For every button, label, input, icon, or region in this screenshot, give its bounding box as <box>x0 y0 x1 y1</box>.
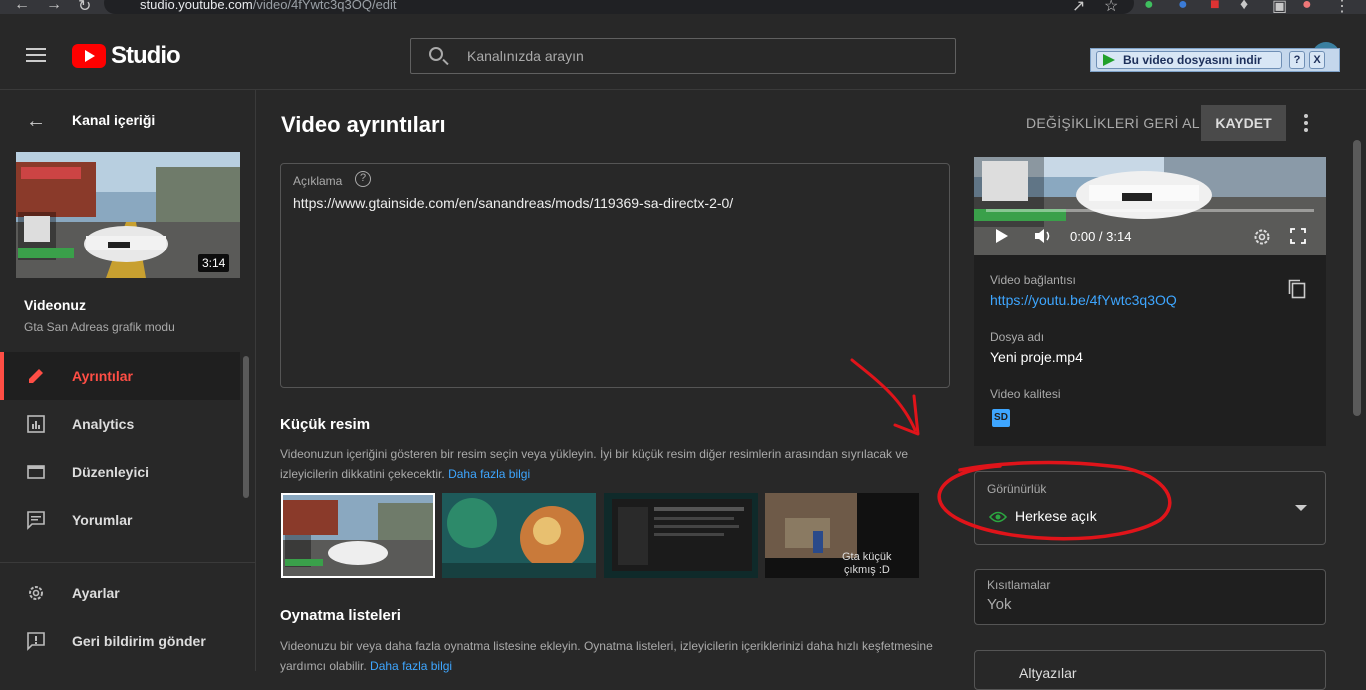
thumbnail-description: Videonuzun içeriğini gösteren bir resim … <box>280 447 909 481</box>
subtitles-label: Altyazılar <box>1019 665 1077 681</box>
url-text[interactable]: studio.youtube.com/video/4fYwtc3q3OQ/edi… <box>140 0 397 12</box>
thumbnail-option[interactable]: Gta küçük çıkmış :D <box>765 493 919 578</box>
visibility-dropdown[interactable]: Görünürlük Herkese açık <box>974 471 1326 545</box>
file-name-label: Dosya adı <box>990 330 1045 344</box>
analytics-icon <box>27 415 45 433</box>
description-field[interactable]: Açıklama ? https://www.gtainside.com/en/… <box>280 163 950 388</box>
extensions-puzzle-icon[interactable]: ♦ <box>1240 0 1248 14</box>
sidebar-item-comments[interactable]: Yorumlar <box>0 496 240 544</box>
video-link[interactable]: https://youtu.be/4fYwtc3q3OQ <box>990 292 1177 308</box>
thumbnail-option[interactable] <box>442 493 596 578</box>
download-video-label: Bu video dosyasını indir <box>1123 53 1262 67</box>
menu-icon[interactable] <box>26 48 46 62</box>
browser-toolbar: ← → ↻ studio.youtube.com/video/4fYwtc3q3… <box>0 0 1366 14</box>
download-video-button[interactable]: Bu video dosyasını indir <box>1096 51 1282 69</box>
page-title: Video ayrıntıları <box>281 112 446 137</box>
sidebar-item-label: Ayarlar <box>72 585 120 601</box>
editor-icon <box>27 465 45 479</box>
gear-icon <box>29 586 43 600</box>
sidepanel-icon[interactable]: ▣ <box>1272 0 1287 14</box>
sidebar-item-label: Ayrıntılar <box>72 368 133 384</box>
description-text[interactable]: https://www.gtainside.com/en/sanandreas/… <box>293 195 733 211</box>
description-label: Açıklama <box>293 174 343 188</box>
subtitles-field[interactable]: Altyazılar <box>974 650 1326 690</box>
save-button[interactable]: KAYDET <box>1201 105 1286 141</box>
sidebar-item-label: Analytics <box>72 416 135 432</box>
studio-logo-text[interactable]: Studio <box>111 42 181 70</box>
search-input[interactable] <box>467 48 947 64</box>
forward-icon[interactable]: → <box>46 0 62 14</box>
timecode: 0:00 / 3:14 <box>1070 229 1132 244</box>
browser-menu-icon[interactable]: ⋮ <box>1334 0 1350 14</box>
back-icon[interactable]: ← <box>14 0 30 14</box>
download-close-button[interactable]: X <box>1309 51 1325 69</box>
restrictions-value: Yok <box>987 596 1012 613</box>
feedback-icon <box>27 632 45 651</box>
volume-icon[interactable] <box>1034 228 1054 244</box>
sidebar-item-details[interactable]: Ayrıntılar <box>0 352 240 400</box>
bookmark-star-icon[interactable]: ☆ <box>1104 0 1118 14</box>
video-preview-card: 0:00 / 3:14 Video bağlantısı https://you… <box>974 157 1326 446</box>
reload-icon[interactable]: ↻ <box>78 0 91 14</box>
comments-icon <box>27 511 45 530</box>
extension-m-icon[interactable]: ● <box>1178 0 1188 14</box>
annotation-arrow-head <box>893 394 920 436</box>
restrictions-label: Kısıtlamalar <box>987 578 1051 592</box>
fullscreen-icon[interactable] <box>1290 228 1306 244</box>
sidebar-item-label: Yorumlar <box>72 512 133 528</box>
video-quality-label: Video kalitesi <box>990 387 1061 401</box>
sidebar-item-settings[interactable]: Ayarlar <box>0 569 240 617</box>
player-controls: 0:00 / 3:14 <box>974 219 1326 255</box>
playlists-heading: Oynatma listeleri <box>280 607 401 624</box>
undo-changes-button[interactable]: DEĞİŞİKLİKLERİ GERİ AL <box>1026 115 1200 131</box>
video-progress-bar[interactable] <box>986 209 1314 212</box>
play-icon[interactable] <box>996 229 1008 243</box>
pencil-icon <box>29 369 43 383</box>
sidebar-item-label: Geri bildirim gönder <box>72 633 206 649</box>
sidebar-item-analytics[interactable]: Analytics <box>0 400 240 448</box>
playlists-description: Videonuzu bir veya daha fazla oynatma li… <box>280 639 933 673</box>
visibility-value: Herkese açık <box>1015 508 1097 524</box>
more-options-icon[interactable] <box>1300 114 1312 132</box>
search-icon[interactable] <box>429 47 443 61</box>
profile-icon[interactable]: ● <box>1302 0 1312 14</box>
sidebar-item-feedback[interactable]: Geri bildirim gönder <box>0 617 240 665</box>
download-extension-bar: Bu video dosyasını indir ? X <box>1090 48 1340 72</box>
video-duration-badge: 3:14 <box>198 254 230 272</box>
shield-extension-icon[interactable]: ● <box>1144 0 1154 14</box>
thumbnail-option-selected[interactable] <box>281 493 435 578</box>
file-name-value: Yeni proje.mp4 <box>990 349 1083 365</box>
help-icon[interactable]: ? <box>355 171 371 187</box>
video-title: Gta San Adreas grafik modu <box>24 320 175 334</box>
sidebar-scrollbar[interactable] <box>243 356 249 498</box>
sd-quality-badge: SD <box>992 409 1010 427</box>
gear-icon[interactable] <box>1252 227 1272 247</box>
sidebar: ← Kanal içeriği 3:14 Videonuz Gta San Ad… <box>0 90 256 671</box>
video-link-label: Video bağlantısı <box>990 273 1076 287</box>
thumbnail-heading: Küçük resim <box>280 416 371 433</box>
extension-red-icon[interactable]: ■ <box>1210 0 1220 14</box>
sidebar-divider <box>0 562 256 563</box>
sidebar-item-editor[interactable]: Düzenleyici <box>0 448 240 496</box>
thumbnail-option[interactable] <box>604 493 758 578</box>
thumbnail-learn-more-link[interactable]: Daha fazla bilgi <box>448 467 530 481</box>
main-scrollbar[interactable] <box>1353 140 1361 416</box>
your-video-label: Videonuz <box>24 297 86 313</box>
chevron-down-icon <box>1295 505 1307 511</box>
visibility-label: Görünürlük <box>987 482 1047 496</box>
back-arrow-icon[interactable]: ← <box>26 110 46 133</box>
play-icon <box>1103 54 1115 66</box>
youtube-logo-icon[interactable] <box>72 44 106 68</box>
restrictions-field[interactable]: Kısıtlamalar Yok <box>974 569 1326 625</box>
copy-icon[interactable] <box>1288 279 1306 299</box>
thumbnail-overlay-text-1: Gta küçük <box>842 551 892 563</box>
search-box[interactable] <box>410 38 956 74</box>
share-icon[interactable]: ↗ <box>1072 0 1085 14</box>
channel-content-link[interactable]: Kanal içeriği <box>72 112 155 128</box>
eye-icon <box>989 511 1007 523</box>
download-help-button[interactable]: ? <box>1289 51 1305 69</box>
sidebar-item-label: Düzenleyici <box>72 464 150 480</box>
thumbnail-overlay-text-2: çıkmış :D <box>844 564 890 576</box>
